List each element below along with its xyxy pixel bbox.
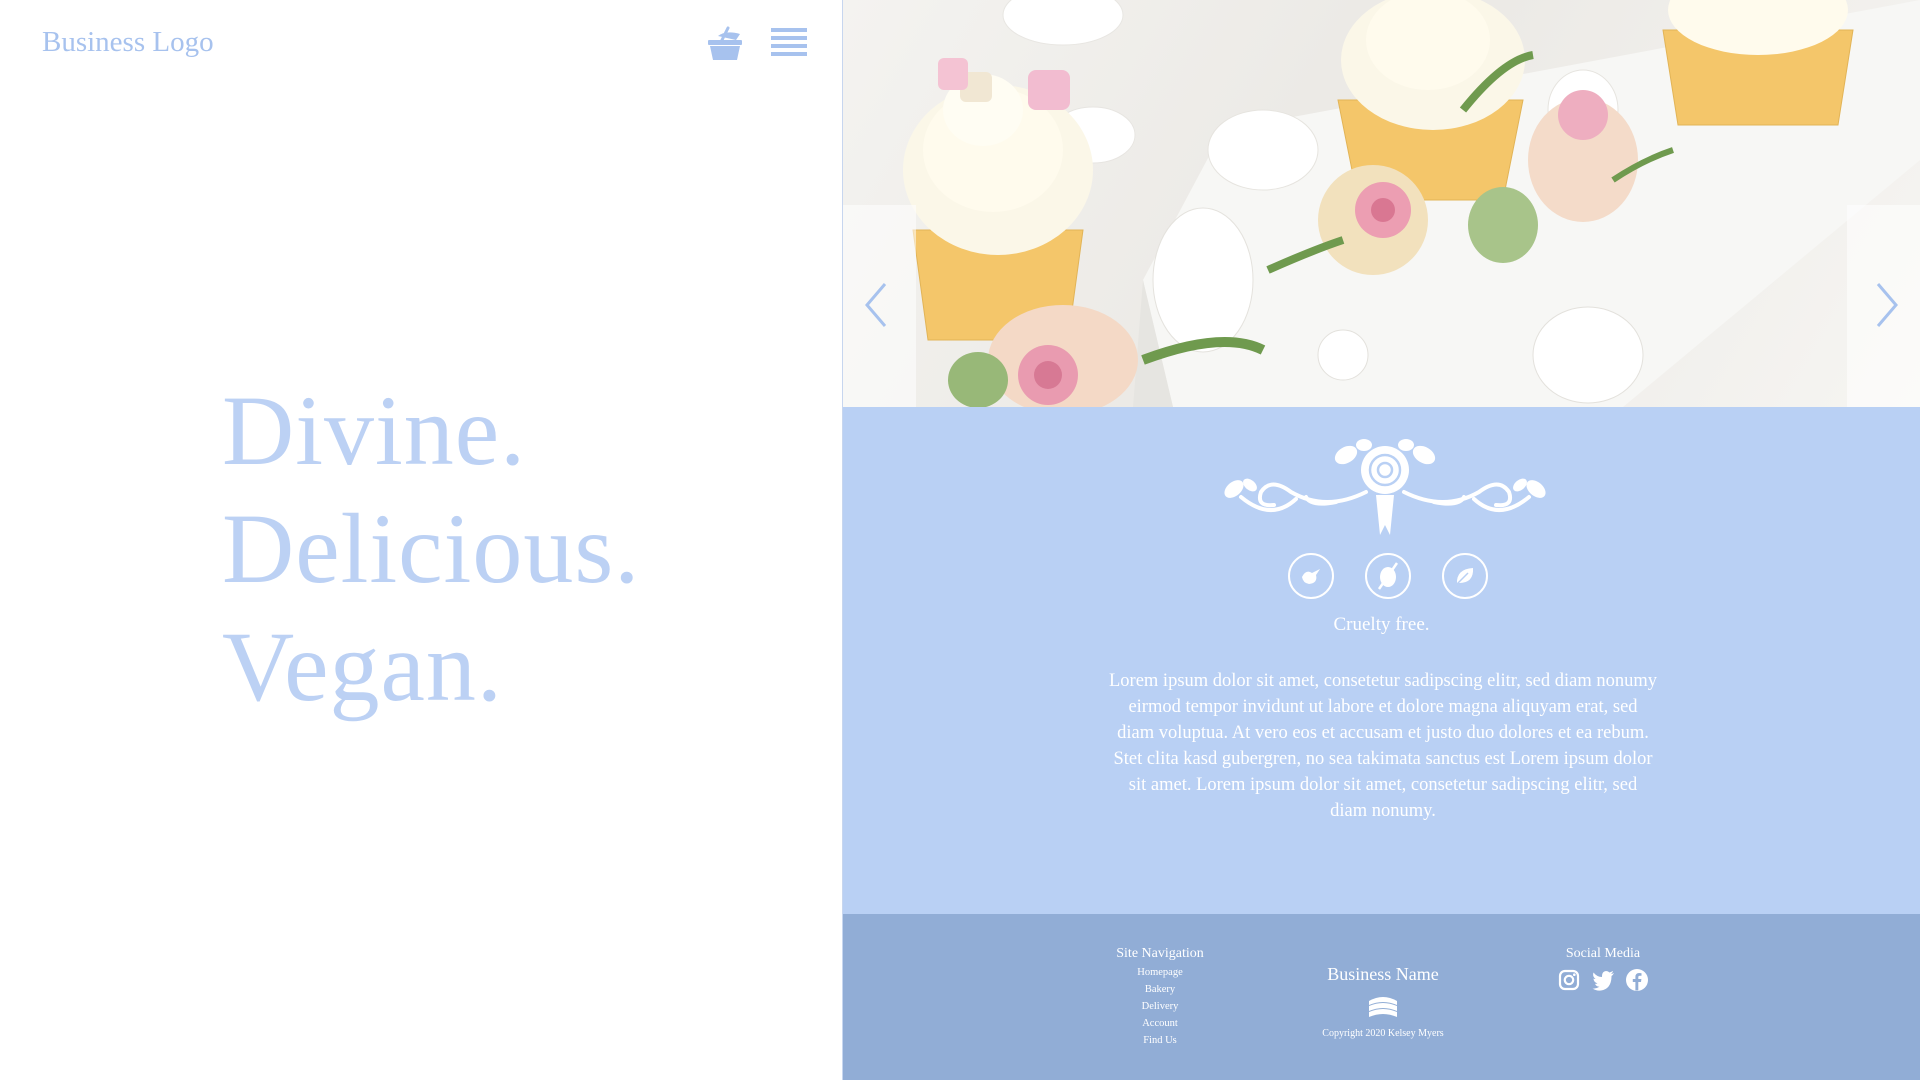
site-navigation-title: Site Navigation [1116, 946, 1204, 961]
hero-line-delicious: Delicious. [222, 493, 641, 604]
hero-headline: Divine. Delicious. Vegan. [222, 372, 640, 726]
no-animal-icon [1365, 553, 1411, 599]
rose-flourish-ornament [1224, 439, 1546, 535]
about-body-text: Lorem ipsum dolor sit amet, consetetur s… [1109, 671, 1657, 821]
tagline: Cruelty free. [1333, 614, 1430, 635]
nav-link-delivery[interactable]: Delivery [1105, 998, 1215, 1015]
footer: Site Navigation Homepage Bakery Delivery… [843, 914, 1920, 1080]
cupcakes-photo [903, 0, 1920, 407]
twitter-icon[interactable] [1591, 968, 1615, 992]
bird-icon [1288, 553, 1334, 599]
nav-link-account[interactable]: Account [1105, 1015, 1215, 1032]
nav-link-bakery[interactable]: Bakery [1105, 981, 1215, 998]
badge-row [1288, 553, 1488, 603]
left-panel: Business Logo Divine. Delicious. Vegan. [0, 0, 842, 1080]
cake-icon [1369, 997, 1397, 1017]
hero-line-vegan: Vegan. [222, 611, 503, 722]
basket-icon[interactable] [706, 26, 744, 62]
image-slider[interactable] [843, 0, 1920, 407]
nav-link-find-us[interactable]: Find Us [1105, 1032, 1215, 1049]
chevron-left-icon[interactable] [861, 280, 891, 330]
social-media-title: Social Media [1565, 946, 1641, 961]
chevron-right-icon[interactable] [1872, 280, 1902, 330]
nav-link-homepage[interactable]: Homepage [1105, 964, 1215, 981]
footer-brand: Business Name Copyright 2020 Kelsey Myer… [1295, 964, 1471, 1039]
copyright-text: Copyright 2020 Kelsey Myers [1322, 1028, 1444, 1039]
instagram-icon[interactable] [1557, 968, 1581, 992]
business-logo[interactable]: Business Logo [42, 26, 214, 59]
leaf-icon [1442, 553, 1488, 599]
hero-line-divine: Divine. [222, 375, 527, 486]
site-navigation: Site Navigation Homepage Bakery Delivery… [1105, 946, 1215, 1049]
about-section: Cruelty free. Lorem ipsum dolor sit amet… [843, 407, 1920, 914]
social-media: Social Media [1553, 946, 1653, 992]
hamburger-menu-icon[interactable] [771, 28, 807, 60]
facebook-icon[interactable] [1625, 968, 1649, 992]
business-name: Business Name [1327, 964, 1439, 984]
